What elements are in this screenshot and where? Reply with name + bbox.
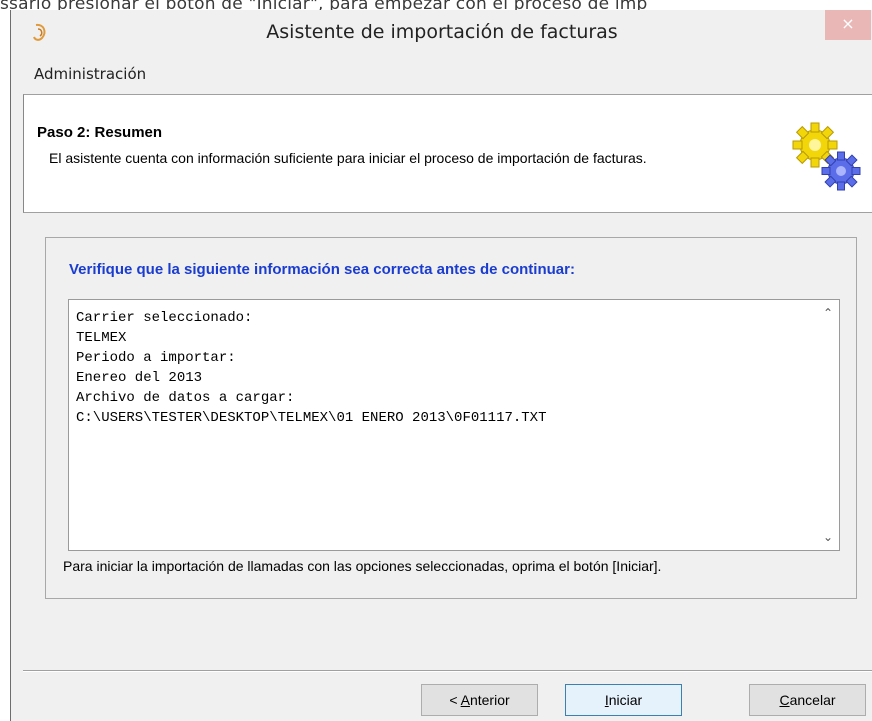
scroll-up-icon[interactable]: ⌃ <box>821 306 835 320</box>
window-title: Asistente de importación de facturas <box>266 21 618 43</box>
summary-group-box: Verifique que la siguiente información s… <box>45 237 857 599</box>
footer-divider <box>23 670 872 672</box>
import-wizard-window: Asistente de importación de facturas × A… <box>10 10 872 721</box>
title-bar[interactable]: Asistente de importación de facturas × <box>11 10 872 60</box>
verify-heading: Verifique que la siguiente información s… <box>69 261 575 278</box>
cancel-button[interactable]: Cancelar <box>749 684 866 716</box>
start-button[interactable]: Iniciar <box>565 684 682 716</box>
menu-bar: Administración <box>11 63 872 87</box>
summary-text: Carrier seleccionado: TELMEX Periodo a i… <box>76 310 547 426</box>
back-button[interactable]: < Anterior <box>421 684 538 716</box>
gears-icon <box>792 122 861 191</box>
instruction-hint: Para iniciar la importación de llamadas … <box>63 558 662 574</box>
close-button[interactable]: × <box>825 10 871 40</box>
step-description: El asistente cuenta con información sufi… <box>49 150 647 166</box>
step-header-panel: Paso 2: Resumen El asistente cuenta con … <box>23 94 872 213</box>
scroll-down-icon[interactable]: ⌄ <box>821 530 835 544</box>
menu-item-administracion[interactable]: Administración <box>34 65 146 83</box>
step-title: Paso 2: Resumen <box>37 124 163 141</box>
summary-textarea[interactable]: Carrier seleccionado: TELMEX Periodo a i… <box>68 299 840 551</box>
